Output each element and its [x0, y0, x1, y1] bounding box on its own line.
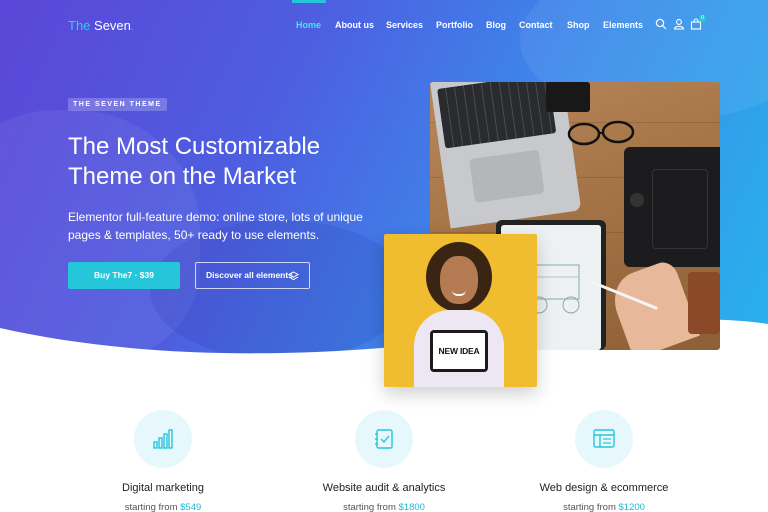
nav-item-elements[interactable]: Elements — [603, 20, 643, 30]
graphics-tablet-image — [624, 147, 720, 267]
hero-subtext: Elementor full-feature demo: online stor… — [68, 208, 368, 244]
phone-image — [688, 272, 720, 334]
hero-subtext-line: Elementor full-feature demo: online stor… — [68, 210, 363, 224]
device-image — [546, 82, 590, 112]
discover-elements-button[interactable]: Discover all elements — [195, 262, 310, 289]
price-amount: $1200 — [618, 502, 645, 512]
logo-dot: . — [130, 22, 134, 33]
bar-chart-icon — [153, 429, 173, 449]
woman-holding-sign-photo: NEW IDEA — [384, 234, 537, 387]
service-title: Website audit & analytics — [322, 482, 446, 494]
logo-prefix: The — [68, 18, 91, 33]
hero-headline-line: Theme on the Market — [68, 163, 297, 190]
hero-headline: The Most Customizable Theme on the Marke… — [68, 132, 368, 192]
nav-item-contact[interactable]: Contact — [519, 20, 553, 30]
service-price: starting from $549 — [53, 502, 273, 512]
checklist-icon — [375, 429, 393, 449]
price-prefix: starting from — [343, 502, 396, 512]
logo-main: Seven — [94, 18, 131, 33]
nav-item-portfolio[interactable]: Portfolio — [436, 20, 473, 30]
new-idea-sign: NEW IDEA — [430, 330, 488, 372]
hero-subtext-line: pages & templates, 50+ ready to use elem… — [68, 228, 320, 242]
nav-item-blog[interactable]: Blog — [486, 20, 506, 30]
sign-text: NEW IDEA — [433, 333, 485, 369]
discover-elements-label: Discover all elements — [206, 270, 293, 280]
price-prefix: starting from — [563, 502, 616, 512]
price-amount: $1800 — [398, 502, 425, 512]
buy-the7-button[interactable]: Buy The7 · $39 — [68, 262, 180, 289]
hero-eyebrow-badge: THE SEVEN THEME — [68, 98, 167, 111]
nav-item-services[interactable]: Services — [386, 20, 423, 30]
service-price: starting from $1200 — [494, 502, 714, 512]
site-logo[interactable]: The Seven. — [68, 18, 134, 33]
service-card-digital-marketing[interactable]: Digital marketing starting from $549 — [53, 410, 273, 512]
search-icon[interactable] — [655, 18, 667, 30]
user-icon[interactable] — [673, 18, 685, 30]
service-icon-circle — [575, 410, 633, 468]
nav-item-shop[interactable]: Shop — [567, 20, 590, 30]
service-title: Digital marketing — [122, 482, 204, 494]
service-icon-circle — [355, 410, 413, 468]
layers-icon — [288, 271, 299, 281]
hero-headline-line: The Most Customizable — [68, 133, 321, 160]
browser-window-icon — [593, 429, 615, 448]
service-icon-circle — [134, 410, 192, 468]
nav-active-indicator — [292, 0, 326, 3]
nav-item-about[interactable]: About us — [335, 20, 374, 30]
service-title: Web design & ecommerce — [539, 482, 669, 494]
glasses-image — [567, 120, 635, 146]
cart-count-badge: 0 — [699, 15, 706, 22]
service-price: starting from $1800 — [274, 502, 494, 512]
service-card-web-design[interactable]: Web design & ecommerce starting from $12… — [494, 410, 714, 512]
price-amount: $549 — [180, 502, 202, 512]
nav-item-home[interactable]: Home — [296, 20, 321, 30]
price-prefix: starting from — [124, 502, 178, 512]
service-card-website-audit[interactable]: Website audit & analytics starting from … — [274, 410, 494, 512]
